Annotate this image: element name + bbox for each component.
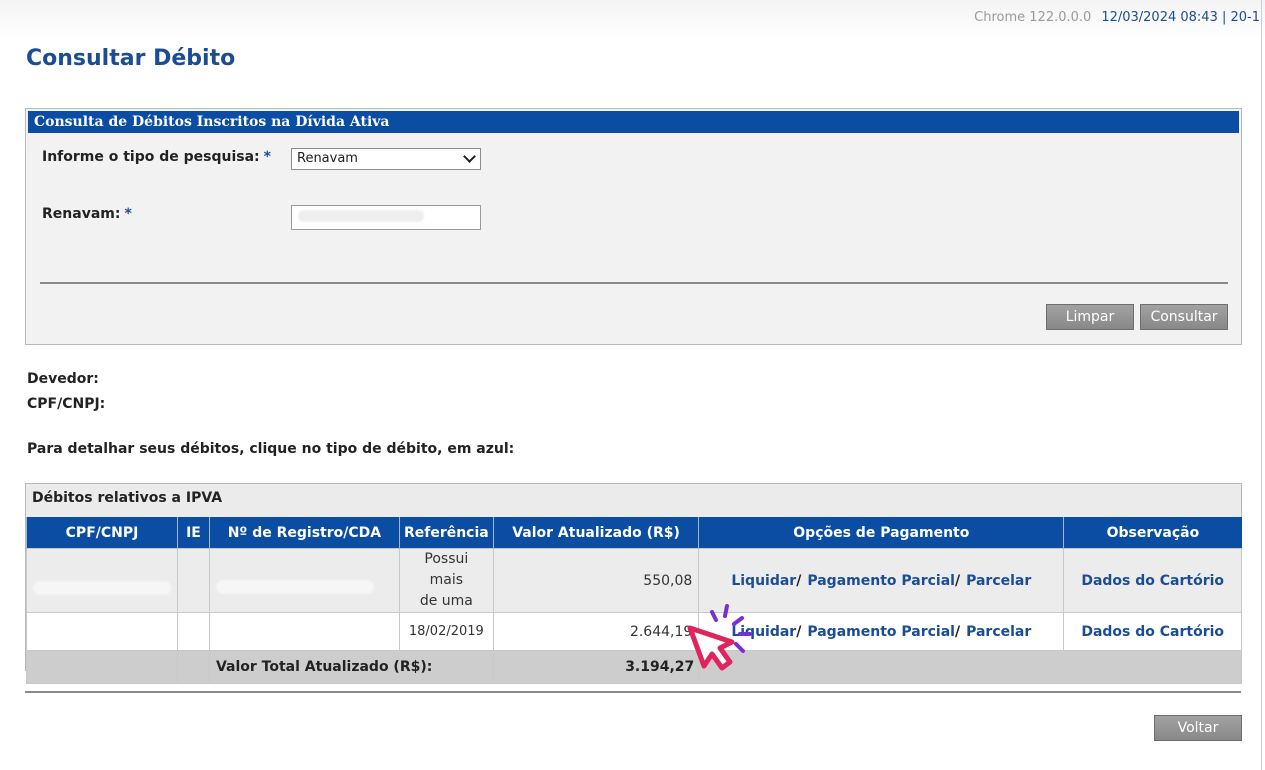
session-stamp: 12/03/2024 08:43 | 20-1: [1101, 10, 1260, 25]
referencia-cell: 18/02/2019: [398, 612, 494, 651]
required-mark: *: [124, 206, 132, 222]
cpf-cell: [26, 548, 178, 613]
back-button[interactable]: Voltar: [1154, 715, 1242, 741]
installment-link[interactable]: Parcelar: [966, 624, 1031, 640]
chevron-down-icon: [463, 150, 476, 163]
search-type-select[interactable]: Renavam: [291, 148, 481, 170]
payment-options-cell: Liquidar/Pagamento Parcial/Parcelar: [698, 612, 1065, 651]
ie-cell: [177, 612, 210, 651]
table-row: Possui mais de uma 550,08 Liquidar/Pagame…: [26, 548, 1242, 613]
renavam-input[interactable]: [291, 205, 481, 230]
page-title: Consultar Débito: [26, 46, 236, 71]
total-empty-cell: [26, 650, 178, 684]
registro-cell: [208, 612, 400, 651]
browser-frame-border: [1261, 0, 1262, 770]
redacted-value: [298, 210, 424, 222]
renavam-label: Renavam: *: [42, 206, 132, 222]
divider: [40, 282, 1228, 284]
search-panel: Consulta de Débitos Inscritos na Dívida …: [25, 108, 1242, 345]
total-row: Valor Total Atualizado (R$): 3.194,27: [26, 650, 1242, 684]
search-type-value: Renavam: [297, 151, 358, 166]
column-header: Referência: [398, 517, 494, 549]
referencia-cell: Possui mais de uma: [398, 548, 494, 613]
partial-payment-link[interactable]: Pagamento Parcial: [807, 624, 955, 640]
search-type-label: Informe o tipo de pesquisa: *: [42, 149, 271, 165]
instruction-text: Para detalhar seus débitos, clique no ti…: [27, 441, 515, 457]
cpf-cell: [26, 612, 178, 651]
column-header: Valor Atualizado (R$): [492, 517, 699, 549]
clear-button[interactable]: Limpar: [1046, 304, 1134, 330]
column-header: Nº de Registro/CDA: [208, 517, 400, 549]
table-row: 18/02/2019 2.644,19 Liquidar/Pagamento P…: [26, 612, 1242, 651]
column-header: CPF/CNPJ: [26, 517, 178, 549]
liquidar-link[interactable]: Liquidar: [731, 624, 796, 640]
liquidar-link[interactable]: Liquidar: [731, 573, 796, 589]
valor-cell: 2.644,19: [492, 612, 700, 651]
table-header-row: CPF/CNPJ IE Nº de Registro/CDA Referênci…: [26, 517, 1242, 549]
total-empty-cell: [698, 650, 1242, 684]
observation-cell: Dados do Cartório: [1063, 548, 1242, 613]
ipva-debts-section: Débitos relativos a IPVA CPF/CNPJ IE Nº …: [25, 483, 1242, 684]
ipva-debts-table: CPF/CNPJ IE Nº de Registro/CDA Referênci…: [26, 517, 1242, 684]
redacted-value: [33, 580, 171, 595]
payment-options-cell: Liquidar/Pagamento Parcial/Parcelar: [698, 548, 1065, 613]
registry-data-link[interactable]: Dados do Cartório: [1081, 573, 1224, 589]
total-value: 3.194,27: [492, 650, 700, 684]
installment-link[interactable]: Parcelar: [966, 573, 1031, 589]
registry-data-link[interactable]: Dados do Cartório: [1081, 624, 1224, 640]
total-empty-cell: [177, 650, 210, 684]
valor-cell: 550,08: [492, 548, 700, 613]
required-mark: *: [263, 149, 271, 165]
observation-cell: Dados do Cartório: [1063, 612, 1242, 651]
cpf-cnpj-label: CPF/CNPJ:: [27, 396, 106, 412]
registro-cell: [208, 548, 400, 613]
browser-version: Chrome 122.0.0.0: [974, 10, 1092, 25]
redacted-value: [215, 579, 374, 594]
divider: [25, 691, 1241, 693]
search-panel-header: Consulta de Débitos Inscritos na Dívida …: [28, 111, 1239, 133]
consult-button[interactable]: Consultar: [1140, 304, 1228, 330]
devedor-label: Devedor:: [27, 371, 99, 387]
column-header: Opções de Pagamento: [698, 517, 1064, 549]
total-label: Valor Total Atualizado (R$):: [208, 650, 494, 684]
column-header: IE: [177, 517, 210, 549]
partial-payment-link[interactable]: Pagamento Parcial: [807, 573, 955, 589]
ie-cell: [177, 548, 210, 613]
session-info: Chrome 122.0.0.0 12/03/2024 08:43 | 20-1: [974, 10, 1260, 25]
column-header: Observação: [1063, 517, 1242, 549]
ipva-section-header: Débitos relativos a IPVA: [32, 490, 223, 506]
